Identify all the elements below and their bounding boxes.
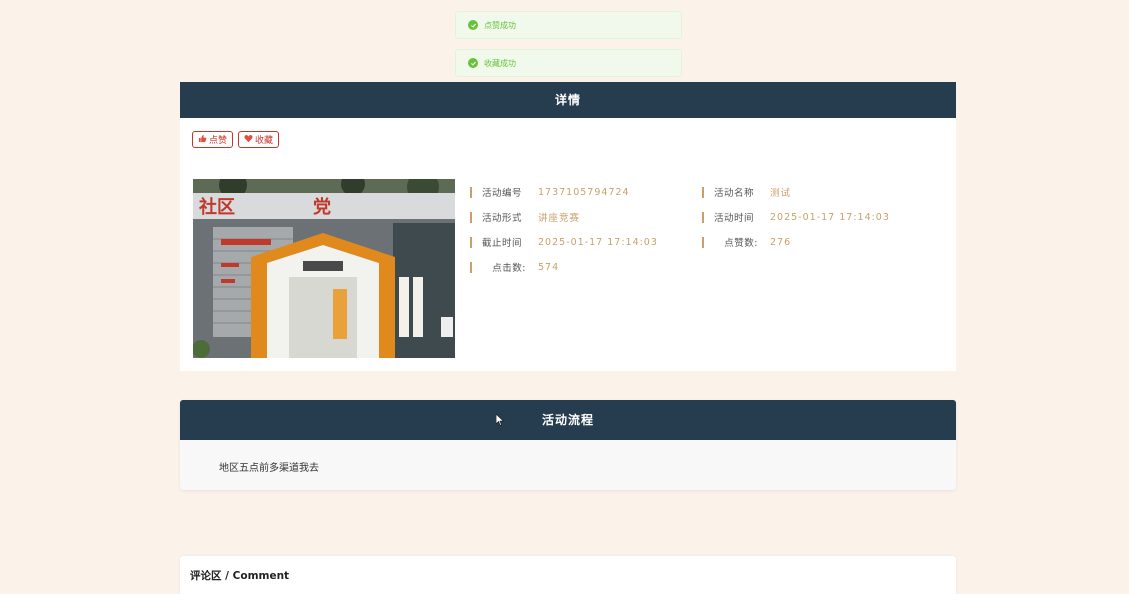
info-activity-id: 活动编号 1737105794724 <box>470 185 630 199</box>
activity-id-label: 活动编号 <box>482 188 523 199</box>
activity-time-value: 2025-01-17 17:14:03 <box>770 211 890 223</box>
activity-form-value: 讲座竞赛 <box>538 213 581 224</box>
label-bar <box>702 236 704 248</box>
svg-text:社区: 社区 <box>199 196 235 218</box>
check-circle-icon <box>468 20 478 30</box>
thumbs-up-icon <box>198 134 207 145</box>
detail-panel: 详情 点赞 收藏 社区 党 活动编号 1737105794724 活动名称 测试… <box>180 82 956 371</box>
clicks-value: 574 <box>538 261 560 273</box>
likes-label: 点赞数: <box>724 238 758 249</box>
label-bar <box>470 236 472 248</box>
svg-text:党: 党 <box>313 196 331 218</box>
mouse-cursor-icon <box>495 411 505 430</box>
info-likes: 点赞数: 276 <box>702 235 791 249</box>
label-bar <box>702 186 704 198</box>
info-activity-time: 活动时间 2025-01-17 17:14:03 <box>702 210 890 224</box>
label-bar <box>702 211 704 223</box>
activity-id-value: 1737105794724 <box>538 186 630 198</box>
activity-photo: 社区 党 <box>193 179 455 358</box>
label-bar <box>470 261 472 273</box>
toast-message: 收藏成功 <box>484 58 516 68</box>
action-buttons: 点赞 收藏 <box>192 131 280 148</box>
heart-icon <box>244 134 253 145</box>
info-clicks: 点击数: 574 <box>470 260 559 274</box>
info-activity-form: 活动形式 讲座竞赛 <box>470 210 580 224</box>
likes-value: 276 <box>770 236 792 248</box>
activity-name-value: 测试 <box>770 188 792 199</box>
like-button-label: 点赞 <box>209 135 228 145</box>
toast-message: 点赞成功 <box>484 20 516 30</box>
label-bar <box>470 186 472 198</box>
detail-header: 详情 <box>180 82 956 118</box>
favorite-button-label: 收藏 <box>255 135 274 145</box>
clicks-label: 点击数: <box>492 263 526 274</box>
activity-time-label: 活动时间 <box>714 213 755 224</box>
activity-name-label: 活动名称 <box>714 188 755 199</box>
process-panel: 活动流程 地区五点前多渠道我去 <box>180 400 956 490</box>
like-button[interactable]: 点赞 <box>192 131 234 148</box>
label-bar <box>470 211 472 223</box>
comment-title: 评论区 / Comment <box>190 570 290 582</box>
process-header: 活动流程 <box>180 400 956 440</box>
info-activity-name: 活动名称 测试 <box>702 185 791 199</box>
deadline-value: 2025-01-17 17:14:03 <box>538 236 658 248</box>
check-circle-icon <box>468 58 478 68</box>
activity-form-label: 活动形式 <box>482 213 523 224</box>
toast-favorite-success: 收藏成功 <box>455 49 682 77</box>
process-text: 地区五点前多渠道我去 <box>219 463 319 474</box>
deadline-label: 截止时间 <box>482 238 523 249</box>
toast-like-success: 点赞成功 <box>455 11 682 39</box>
info-deadline: 截止时间 2025-01-17 17:14:03 <box>470 235 658 249</box>
favorite-button[interactable]: 收藏 <box>238 131 280 148</box>
comment-panel: 评论区 / Comment <box>180 556 956 594</box>
